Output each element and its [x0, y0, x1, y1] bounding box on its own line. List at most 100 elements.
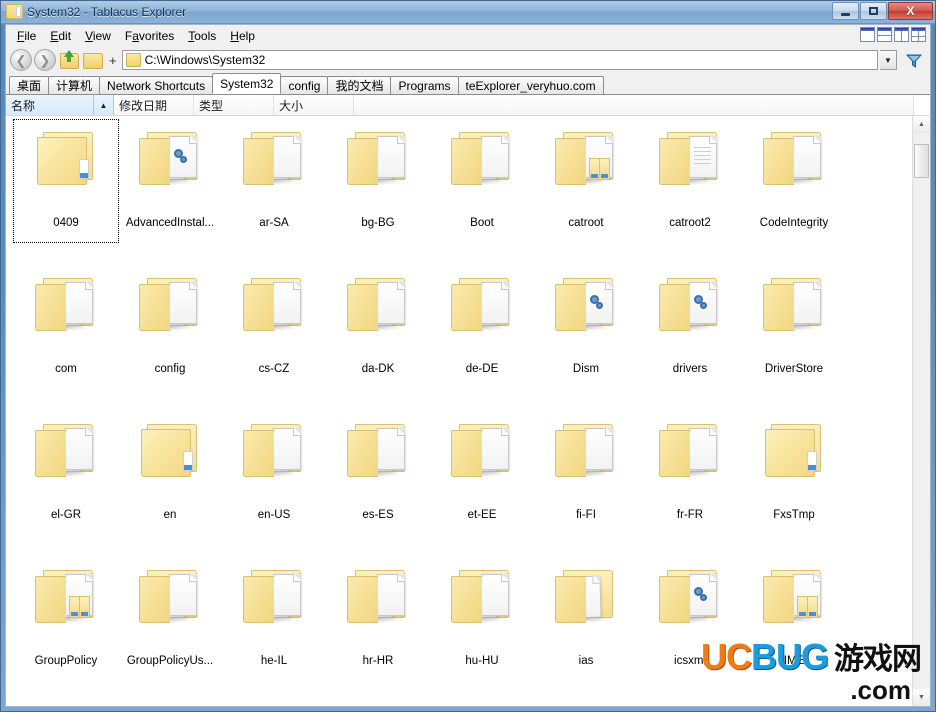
file-item[interactable]: IME [742, 558, 846, 680]
file-item[interactable]: fi-FI [534, 412, 638, 534]
folder-icon [241, 562, 307, 654]
up-folder-icon[interactable] [58, 50, 80, 70]
file-item[interactable]: com [14, 266, 118, 388]
file-item-label: GroupPolicyUs... [126, 655, 214, 667]
title-bar[interactable]: System32 - Tablacus Explorer X [1, 1, 935, 24]
menu-tools[interactable]: Tools [181, 27, 223, 45]
scrollbar-thumb[interactable] [914, 144, 929, 179]
file-item[interactable]: catroot [534, 120, 638, 242]
menu-bar: File Edit View Favorites Tools Help [6, 25, 930, 47]
file-item[interactable]: Dism [534, 266, 638, 388]
sort-arrow-icon[interactable]: ▲ [94, 95, 114, 115]
tab-teExplorer_veryhuo.com[interactable]: teExplorer_veryhuo.com [457, 76, 604, 94]
column-header-blank-4[interactable] [354, 95, 914, 115]
column-header-名称[interactable]: 名称 [6, 95, 94, 115]
file-item[interactable]: hr-HR [326, 558, 430, 680]
tab-我的文档[interactable]: 我的文档 [327, 76, 392, 94]
file-item[interactable]: ar-SA [222, 120, 326, 242]
folder-icon [241, 124, 307, 216]
file-item[interactable]: et-EE [430, 412, 534, 534]
address-dropdown-button[interactable]: ▼ [880, 50, 897, 70]
folder-icon [345, 124, 411, 216]
folder-icon [657, 562, 723, 654]
column-header-修改日期[interactable]: 修改日期 [114, 95, 194, 115]
file-item[interactable]: he-IL [222, 558, 326, 680]
file-item[interactable]: ias [534, 558, 638, 680]
file-item[interactable]: drivers [638, 266, 742, 388]
folder-icon [241, 416, 307, 508]
file-item[interactable]: catroot2 [638, 120, 742, 242]
folder-icon [137, 270, 203, 362]
folder-icon [449, 416, 515, 508]
tab-计算机[interactable]: 计算机 [48, 76, 101, 94]
close-button[interactable]: X [888, 2, 933, 20]
file-item[interactable]: en [118, 412, 222, 534]
menu-favorites[interactable]: Favorites [118, 27, 181, 45]
file-item[interactable]: cs-CZ [222, 266, 326, 388]
file-item[interactable]: es-ES [326, 412, 430, 534]
tab-Programs[interactable]: Programs [390, 76, 459, 94]
minimize-button[interactable] [832, 2, 859, 20]
tab-System32[interactable]: System32 [212, 73, 282, 94]
file-item-label: icsxml [674, 655, 706, 667]
file-item[interactable]: config [118, 266, 222, 388]
scroll-down-button[interactable]: ▼ [913, 689, 930, 706]
file-item-label: hr-HR [362, 655, 394, 667]
file-item[interactable]: en-US [222, 412, 326, 534]
tab-config[interactable]: config [280, 76, 329, 94]
back-arrow-icon[interactable]: ❮ [10, 49, 32, 71]
filter-funnel-icon[interactable] [902, 50, 926, 70]
file-list[interactable]: 0409 AdvancedInstal... ar-SA bg-BG Boot catro… [6, 116, 912, 706]
file-item-label: da-DK [361, 363, 395, 375]
file-item[interactable]: el-GR [14, 412, 118, 534]
column-header-类型[interactable]: 类型 [194, 95, 274, 115]
address-folder-icon [125, 53, 141, 67]
file-item[interactable]: da-DK [326, 266, 430, 388]
menu-help[interactable]: Help [223, 27, 262, 45]
folder-icon [137, 124, 203, 216]
folder-icon [449, 562, 515, 654]
file-item[interactable]: fr-FR [638, 412, 742, 534]
file-item[interactable]: 0409 [13, 119, 119, 243]
file-item[interactable]: FxsTmp [742, 412, 846, 534]
layout-quad-split-button[interactable] [911, 27, 926, 42]
file-item[interactable]: GroupPolicy [14, 558, 118, 680]
file-item[interactable]: hu-HU [430, 558, 534, 680]
scrollbar-track[interactable] [913, 133, 930, 689]
file-item[interactable]: CodeIntegrity [742, 120, 846, 242]
file-item[interactable]: de-DE [430, 266, 534, 388]
tab-Network Shortcuts[interactable]: Network Shortcuts [99, 76, 214, 94]
file-item-label: DriverStore [764, 363, 824, 375]
file-item[interactable]: bg-BG [326, 120, 430, 242]
new-tab-button[interactable]: + [106, 53, 120, 68]
file-item[interactable]: Boot [430, 120, 534, 242]
maximize-button[interactable] [860, 2, 887, 20]
folder-icon [657, 270, 723, 362]
file-item[interactable]: AdvancedInstal... [118, 120, 222, 242]
window-title: System32 - Tablacus Explorer [27, 5, 187, 19]
menu-edit[interactable]: Edit [43, 27, 78, 45]
folder-icon [449, 124, 515, 216]
file-item-label: fr-FR [676, 509, 704, 521]
scroll-up-button[interactable]: ▲ [913, 116, 930, 133]
file-item-label: com [55, 363, 77, 375]
vertical-scrollbar[interactable]: ▲ ▼ [912, 116, 930, 706]
file-item-label: config [154, 363, 186, 375]
file-item-label: es-ES [362, 509, 394, 521]
column-header-大小[interactable]: 大小 [274, 95, 354, 115]
layout-vertical-split-button[interactable] [894, 27, 909, 42]
menu-file[interactable]: File [10, 27, 43, 45]
layout-horizontal-split-button[interactable] [877, 27, 892, 42]
file-item-label: 0409 [53, 217, 79, 229]
file-item[interactable]: GroupPolicyUs... [118, 558, 222, 680]
tab-bar: 桌面 计算机 Network Shortcuts System32 config 我的文档… [6, 73, 930, 95]
file-item[interactable]: DriverStore [742, 266, 846, 388]
forward-arrow-icon[interactable]: ❯ [34, 49, 56, 71]
address-path-text: C:\Windows\System32 [144, 53, 266, 67]
file-item[interactable]: icsxml [638, 558, 742, 680]
open-folder-icon[interactable] [82, 50, 104, 70]
address-input[interactable]: C:\Windows\System32 [121, 50, 878, 70]
menu-view[interactable]: View [78, 27, 118, 45]
layout-single-pane-button[interactable] [860, 27, 875, 42]
tab-桌面[interactable]: 桌面 [9, 76, 50, 94]
